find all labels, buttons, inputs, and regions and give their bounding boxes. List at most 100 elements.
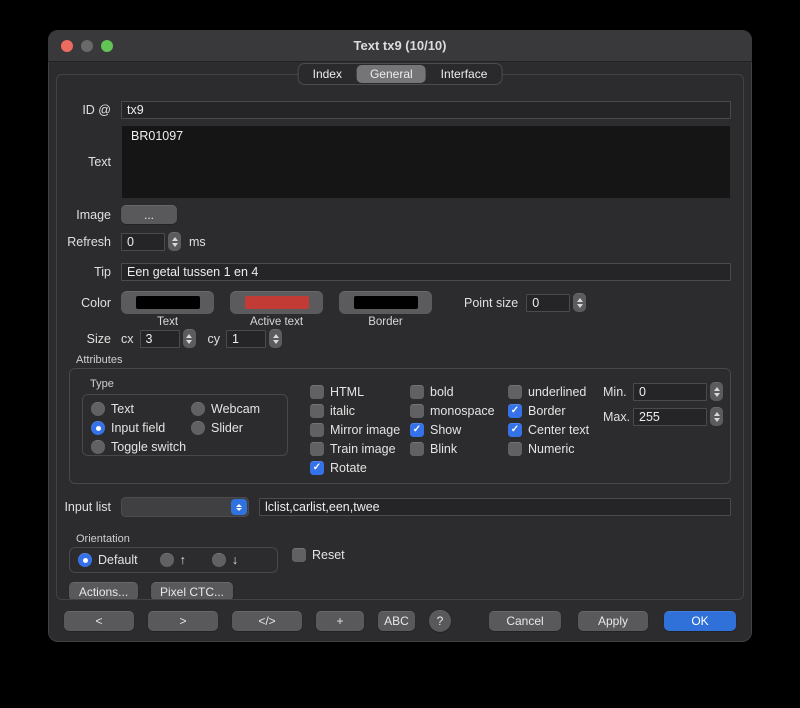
checkbox-monospace[interactable]: monospace [410, 401, 495, 420]
checkbox-label: bold [430, 385, 454, 399]
text-row: Text BR01097 [57, 125, 731, 199]
input-list-input[interactable] [259, 498, 731, 516]
close-button[interactable] [61, 40, 73, 52]
checkbox-label: Train image [330, 442, 396, 456]
id-input[interactable] [121, 101, 731, 119]
active-text-color-button[interactable] [230, 291, 323, 314]
abc-button[interactable]: ABC [378, 611, 415, 631]
stepper-down-icon [172, 243, 178, 247]
checkbox-html[interactable]: HTML [310, 382, 400, 401]
stepper-down-icon [273, 340, 279, 344]
tab-general[interactable]: General [357, 65, 426, 83]
checkbox-icon [310, 423, 324, 437]
apply-button[interactable]: Apply [578, 611, 648, 631]
radio-type-input-field[interactable]: Input field [91, 421, 165, 435]
input-list-dropdown[interactable] [121, 497, 249, 517]
radio-icon [212, 553, 226, 567]
zoom-button[interactable] [101, 40, 113, 52]
refresh-unit: ms [189, 235, 206, 249]
checkbox-rotate[interactable]: Rotate [310, 458, 400, 477]
checkbox-blink[interactable]: Blink [410, 439, 495, 458]
refresh-label: Refresh [57, 235, 111, 249]
cx-input[interactable] [140, 330, 180, 348]
checkbox-show[interactable]: Show [410, 420, 495, 439]
min-input[interactable] [633, 383, 707, 401]
text-label: Text [57, 155, 111, 169]
text-color-button[interactable] [121, 291, 214, 314]
radio-icon [91, 421, 105, 435]
checkbox-label: Center text [528, 423, 589, 437]
tip-input[interactable] [121, 263, 731, 281]
radio-orientation-up[interactable]: ↑ [160, 553, 186, 567]
checkbox-underlined[interactable]: underlined [508, 382, 589, 401]
stepper-down-icon [714, 393, 720, 397]
checkbox-icon [410, 442, 424, 456]
type-group-label: Type [90, 378, 114, 390]
pixel-ctc-button[interactable]: Pixel CTC... [151, 582, 233, 600]
prev-button[interactable]: < [64, 611, 134, 631]
minimize-button [81, 40, 93, 52]
help-button[interactable]: ? [429, 610, 451, 632]
refresh-input[interactable] [121, 233, 165, 251]
radio-type-slider[interactable]: Slider [191, 421, 243, 435]
tab-bar: Index General Interface [298, 63, 503, 85]
checkbox-train-image[interactable]: Train image [310, 439, 400, 458]
refresh-stepper[interactable] [168, 232, 181, 251]
orientation-group: Default ↑ ↓ [69, 547, 278, 573]
cancel-button[interactable]: Cancel [489, 611, 561, 631]
radio-type-toggle-switch[interactable]: Toggle switch [91, 440, 186, 454]
checkbox-italic[interactable]: italic [310, 401, 400, 420]
stepper-up-icon [577, 298, 583, 302]
max-input[interactable] [633, 408, 707, 426]
radio-label: Input field [111, 421, 165, 435]
radio-label: Text [111, 402, 134, 416]
checkbox-label: Border [528, 404, 566, 418]
text-input[interactable]: BR01097 [121, 125, 731, 199]
checkbox-bold[interactable]: bold [410, 382, 495, 401]
titlebar[interactable]: Text tx9 (10/10) [48, 30, 752, 62]
checkbox-label: italic [330, 404, 355, 418]
cx-stepper[interactable] [183, 329, 196, 348]
checkbox-icon [410, 385, 424, 399]
image-browse-button[interactable]: ... [121, 205, 177, 224]
checkbox-numeric[interactable]: Numeric [508, 439, 589, 458]
checkbox-border[interactable]: Border [508, 401, 589, 420]
code-button[interactable]: </> [232, 611, 302, 631]
checkbox-reset[interactable]: Reset [292, 548, 345, 562]
down-arrow-label: ↓ [232, 553, 238, 567]
checkbox-icon [310, 404, 324, 418]
cy-input[interactable] [226, 330, 266, 348]
radio-orientation-default[interactable]: Default [78, 553, 138, 567]
radio-type-text[interactable]: Text [91, 402, 134, 416]
checkbox-mirror-image[interactable]: Mirror image [310, 420, 400, 439]
tab-interface[interactable]: Interface [428, 65, 501, 83]
ok-button[interactable]: OK [664, 611, 736, 631]
border-color-button[interactable] [339, 291, 432, 314]
next-button[interactable]: > [148, 611, 218, 631]
point-size-stepper[interactable] [573, 293, 586, 312]
tab-index[interactable]: Index [300, 65, 355, 83]
up-arrow-label: ↑ [180, 553, 186, 567]
radio-type-webcam[interactable]: Webcam [191, 402, 260, 416]
cy-stepper[interactable] [269, 329, 282, 348]
min-label: Min. [603, 385, 633, 399]
radio-orientation-down[interactable]: ↓ [212, 553, 238, 567]
checkbox-icon [508, 442, 522, 456]
size-row: Size cx cy [57, 329, 731, 348]
content-panel: ID @ Text BR01097 Image ... Refresh ms T… [56, 74, 744, 600]
min-stepper[interactable] [710, 382, 723, 401]
active-text-color-well [245, 296, 309, 309]
actions-button-row: Actions... Pixel CTC... [69, 582, 743, 600]
stepper-up-icon [172, 237, 178, 241]
checkbox-icon [292, 548, 306, 562]
stepper-up-icon [273, 334, 279, 338]
actions-button[interactable]: Actions... [69, 582, 138, 600]
add-button[interactable]: + [316, 611, 364, 631]
point-size-input[interactable] [526, 294, 570, 312]
attributes-box: Type Text Webcam Input field Slider [69, 368, 731, 484]
color-swatch-border: Border [339, 291, 432, 328]
max-stepper[interactable] [710, 407, 723, 426]
checkbox-center-text[interactable]: Center text [508, 420, 589, 439]
minmax-group: Min. Max. [603, 382, 723, 432]
checkbox-column-3: underlined Border Center text Numeric [508, 382, 589, 458]
